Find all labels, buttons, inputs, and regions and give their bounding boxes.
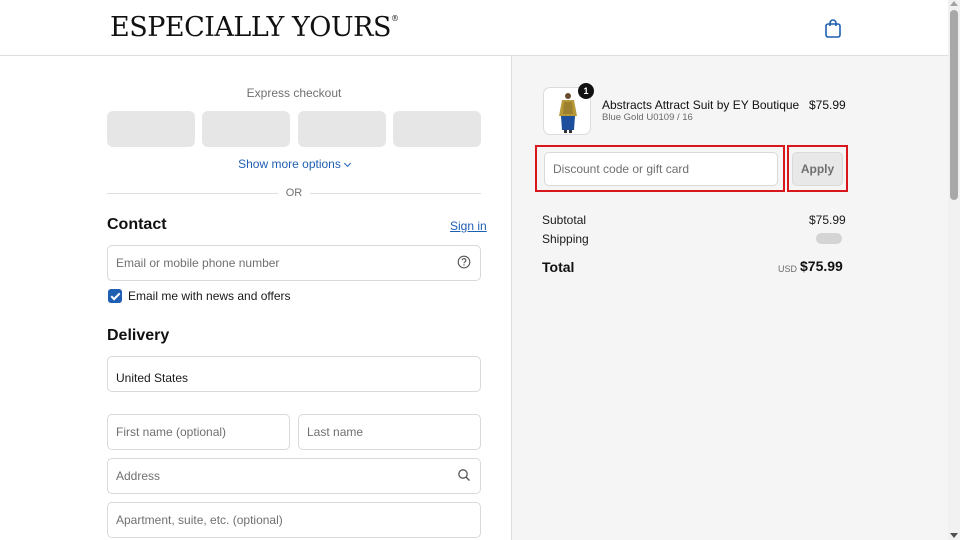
subtotal-label: Subtotal [542, 213, 587, 227]
chevron-down-icon [343, 159, 351, 168]
sign-in-link[interactable]: Sign in [450, 219, 487, 233]
show-more-label: Show more options [238, 157, 341, 171]
first-name-placeholder: First name (optional) [116, 425, 227, 439]
newsletter-checkbox[interactable] [108, 289, 122, 303]
question-circle-icon[interactable] [457, 255, 471, 269]
or-separator: OR [285, 187, 303, 199]
express-checkout-title: Express checkout [246, 86, 342, 100]
apply-highlight-frame: Apply [787, 145, 848, 192]
shipping-label: Shipping [542, 232, 589, 246]
product-price: $75.99 [809, 98, 846, 112]
site-header: ESPECIALLY YOURS® [0, 0, 948, 56]
discount-code-input[interactable]: Discount code or gift card [544, 152, 778, 186]
page-scrollbar[interactable] [948, 0, 960, 540]
scroll-down-arrow-icon[interactable] [950, 533, 958, 538]
email-field[interactable]: Email or mobile phone number [107, 245, 481, 281]
express-payment-button-1[interactable] [107, 111, 195, 147]
address-field[interactable]: Address [107, 458, 481, 494]
country-select[interactable]: United States [107, 356, 481, 392]
email-placeholder: Email or mobile phone number [116, 256, 280, 270]
last-name-field[interactable]: Last name [298, 414, 481, 450]
total-value: $75.99 [800, 258, 843, 274]
discount-highlight-frame: Discount code or gift card [535, 145, 785, 192]
express-payment-button-2[interactable] [202, 111, 290, 147]
apartment-field[interactable]: Apartment, suite, etc. (optional) [107, 502, 481, 538]
apartment-placeholder: Apartment, suite, etc. (optional) [116, 513, 283, 527]
country-value: United States [116, 371, 189, 385]
first-name-field[interactable]: First name (optional) [107, 414, 290, 450]
brand-name: ESPECIALLY YOURS [110, 12, 391, 43]
express-payment-button-3[interactable] [298, 111, 386, 147]
apply-discount-button[interactable]: Apply [792, 152, 843, 186]
shipping-loading-placeholder [816, 233, 842, 244]
registered-mark: ® [390, 14, 399, 23]
show-more-options-link[interactable]: Show more options [107, 157, 481, 171]
total-currency: USD [778, 264, 798, 274]
express-payment-button-4[interactable] [393, 111, 481, 147]
scroll-up-arrow-icon[interactable] [950, 1, 958, 6]
newsletter-label: Email me with news and offers [128, 289, 291, 303]
divider-left [107, 193, 278, 194]
address-placeholder: Address [116, 469, 161, 483]
scroll-thumb[interactable] [950, 10, 958, 200]
divider-right [310, 193, 481, 194]
brand-logo[interactable]: ESPECIALLY YOURS® [110, 12, 399, 43]
last-name-placeholder: Last name [307, 425, 364, 439]
discount-placeholder: Discount code or gift card [553, 162, 690, 176]
product-variant: Blue Gold U0109 / 16 [602, 112, 693, 123]
contact-heading: Contact [107, 216, 167, 233]
total-label: Total [542, 259, 575, 275]
subtotal-value: $75.99 [809, 213, 846, 227]
quantity-badge: 1 [578, 83, 594, 99]
shopping-bag-icon[interactable] [824, 18, 842, 38]
product-name: Abstracts Attract Suit by EY Boutique [602, 98, 800, 112]
delivery-heading: Delivery [107, 327, 170, 344]
search-icon[interactable] [457, 468, 471, 482]
